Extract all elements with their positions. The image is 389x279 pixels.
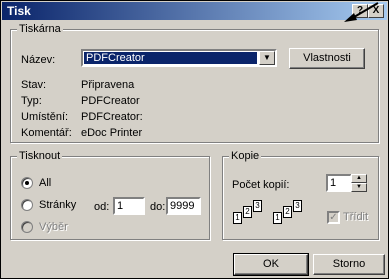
collate-page-icon: 2 bbox=[243, 206, 252, 218]
title-bar: Tisk ? X bbox=[2, 2, 387, 20]
copies-legend: Kopie bbox=[229, 150, 262, 162]
copies-group: Kopie bbox=[222, 150, 379, 240]
comment-label: Komentář: bbox=[21, 127, 72, 139]
type-value: PDFCreator bbox=[81, 95, 140, 107]
collate-label: Třídit bbox=[343, 211, 369, 223]
location-value: PDFCreator: bbox=[81, 111, 143, 123]
print-all-radio[interactable] bbox=[21, 177, 33, 189]
collate-checkbox[interactable]: ✓ bbox=[327, 211, 340, 224]
printer-select[interactable]: PDFCreator ▼ bbox=[81, 49, 277, 67]
type-label: Typ: bbox=[21, 95, 42, 107]
print-pages-radio[interactable] bbox=[21, 199, 33, 211]
print-pages-label[interactable]: Stránky bbox=[39, 199, 76, 211]
collate-page-icon: 2 bbox=[283, 206, 292, 218]
spin-down-icon[interactable]: ▼ bbox=[351, 183, 367, 192]
copies-count-label: Počet kopií: bbox=[232, 179, 290, 191]
print-selection-label: Výběr bbox=[39, 221, 68, 233]
comment-value: eDoc Printer bbox=[81, 127, 143, 139]
to-page-input[interactable]: 9999 bbox=[166, 197, 201, 215]
properties-button[interactable]: Vlastnosti bbox=[289, 48, 365, 69]
collate-page-icon: 1 bbox=[273, 212, 282, 224]
collate-page-icon: 3 bbox=[253, 200, 262, 212]
dialog-title: Tisk bbox=[7, 4, 31, 18]
location-label: Umístění: bbox=[21, 111, 69, 123]
print-all-label[interactable]: All bbox=[39, 177, 51, 189]
status-label: Stav: bbox=[21, 79, 47, 91]
collate-page-icon: 1 bbox=[233, 212, 242, 224]
cancel-button[interactable]: Storno bbox=[313, 254, 385, 275]
copies-spinner[interactable]: ▲ ▼ bbox=[351, 174, 367, 192]
collate-page-icon: 3 bbox=[293, 200, 302, 212]
spin-up-icon[interactable]: ▲ bbox=[351, 174, 367, 183]
annotation-arrow-icon bbox=[344, 2, 379, 22]
to-label: do: bbox=[150, 201, 166, 213]
printer-group-legend: Tiskárna bbox=[17, 23, 63, 35]
status-value: Připravena bbox=[81, 79, 135, 91]
chevron-down-icon[interactable]: ▼ bbox=[259, 51, 275, 65]
copies-count-input[interactable]: 1 bbox=[326, 174, 352, 192]
print-selection-radio[interactable] bbox=[21, 221, 33, 233]
printer-name-label: Název: bbox=[21, 54, 56, 66]
printer-group: Tiskárna bbox=[10, 23, 379, 143]
print-range-legend: Tisknout bbox=[17, 150, 63, 162]
from-page-input[interactable]: 1 bbox=[113, 197, 145, 215]
ok-button[interactable]: OK bbox=[233, 253, 309, 276]
printer-select-value: PDFCreator bbox=[84, 52, 257, 64]
from-label: od: bbox=[94, 201, 110, 213]
print-dialog: Tisk ? X Tiskárna Název: PDFCreator ▼ Vl… bbox=[0, 0, 389, 279]
